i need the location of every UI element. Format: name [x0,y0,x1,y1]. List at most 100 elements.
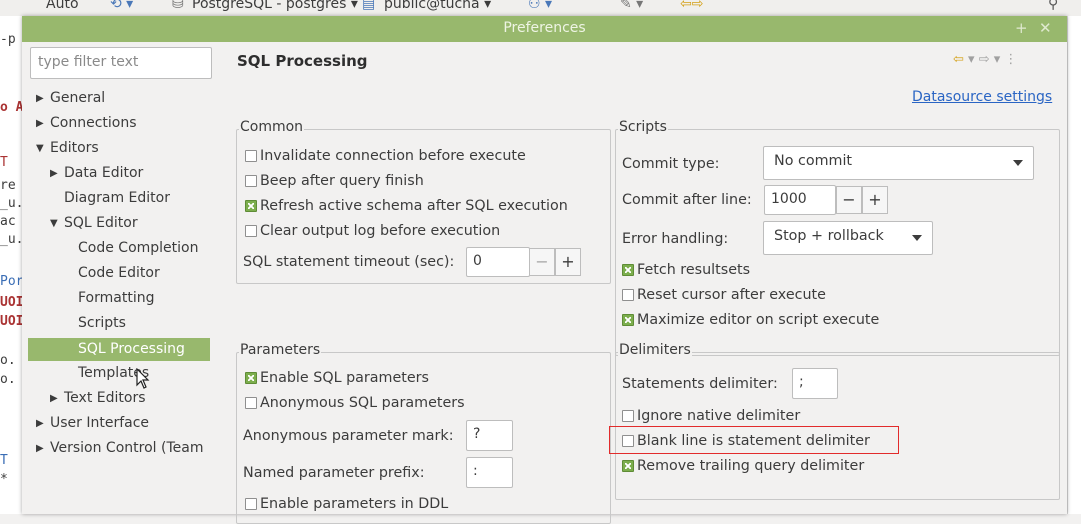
filter-input[interactable] [31,48,211,76]
checkbox-box[interactable] [245,150,257,162]
maximize-icon[interactable]: + [1015,19,1028,37]
timeout-decrement-button[interactable]: − [529,248,555,276]
commit-after-input[interactable]: 1000 [764,185,836,215]
dialog-titlebar[interactable]: Preferences + ✕ [22,16,1067,42]
navigate-arrows-icon[interactable]: ⇦⇨ [680,0,703,12]
checkbox-box[interactable] [245,225,257,237]
tree-item-code-editor[interactable]: Code Editor [62,262,160,285]
remove-trailing-delimiter-checkbox[interactable]: Remove trailing query delimiter [622,455,864,477]
transaction-icon[interactable]: ⚇ ▾ [528,0,552,12]
chevron-down-icon[interactable]: ▼ [36,137,44,160]
search-icon[interactable]: ⚲ [1048,0,1058,12]
anonymous-sql-parameters-checkbox[interactable]: Anonymous SQL parameters [245,392,465,414]
timeout-increment-button[interactable]: + [555,248,581,276]
tree-item-label: Data Editor [64,165,144,181]
statements-delimiter-value: ; [799,374,804,390]
fetch-resultsets-checkbox[interactable]: Fetch resultsets [622,259,750,281]
page-nav-arrows[interactable]: ⇦ ▾ ⇨ ▾ ⋮ [953,52,1017,67]
timeout-value: 0 [473,253,482,269]
tree-item-sql-editor[interactable]: ▼ SQL Editor [48,212,138,235]
tree-item-code-completion[interactable]: Code Completion [62,237,198,260]
tree-item-editors[interactable]: ▼ Editors [34,137,99,160]
error-handling-select[interactable]: Stop + rollback [763,221,933,255]
enable-sql-parameters-checkbox[interactable]: Enable SQL parameters [245,367,429,389]
common-group: Common Invalidate connection before exec… [236,119,611,284]
tree-item-version-control-team[interactable]: ▶ Version Control (Team [34,437,203,460]
chevron-right-icon[interactable]: ▶ [36,87,44,110]
commit-type-label: Commit type: [622,156,720,172]
filter-box [30,47,212,79]
tree-item-formatting[interactable]: Formatting [62,287,154,310]
chevron-right-icon[interactable]: ▶ [36,112,44,135]
checkbox-label: Enable SQL parameters [260,370,430,386]
history-icon[interactable]: ⟲ ▾ [110,0,133,12]
close-icon[interactable]: ✕ [1039,19,1052,37]
datasource-settings-link[interactable]: Datasource settings [912,89,1052,105]
maximize-editor-checkbox[interactable]: Maximize editor on script execute [622,309,879,331]
mouse-cursor-icon [136,368,150,389]
chevron-down-icon[interactable]: ▼ [50,212,58,235]
commit-after-decrement-button[interactable]: − [836,186,862,214]
tree-item-label: Editors [50,140,99,156]
chevron-right-icon[interactable]: ▶ [50,162,58,185]
bg-editor-line: T [0,155,8,170]
statements-delimiter-label: Statements delimiter: [622,376,778,392]
back-arrow-icon[interactable]: ⇦ [953,52,964,67]
tools-icon[interactable]: ✎ ▾ [620,0,643,12]
tree-item-label: Text Editors [64,390,146,406]
chevron-right-icon[interactable]: ▶ [36,412,44,435]
checkbox-box[interactable] [622,460,634,472]
bg-editor-line: T [0,453,8,468]
named-prefix-input[interactable]: : [466,457,513,488]
tree-item-scripts[interactable]: Scripts [62,312,126,335]
timeout-input[interactable]: 0 [466,247,530,277]
checkbox-label: Anonymous SQL parameters [260,395,465,411]
toolbar-connection-selector[interactable]: PostgreSQL - postgres ▾ [192,0,358,12]
bg-editor-line: _u. [0,196,22,211]
toolbar-auto-label[interactable]: Auto [46,0,79,12]
tree-item-label: Version Control (Team [50,440,204,456]
chevron-right-icon[interactable]: ▶ [50,387,58,410]
bg-editor-line: o. [0,353,16,368]
tree-item-label: Scripts [78,315,126,331]
anonymous-mark-input[interactable]: ? [466,420,513,451]
app-toolbar: Auto ⟲ ▾ ⛁ PostgreSQL - postgres ▾ ▤ pub… [0,0,1081,16]
tree-item-sql-processing[interactable]: SQL Processing [62,338,185,361]
checkbox-box[interactable] [245,200,257,212]
tree-item-diagram-editor[interactable]: Diagram Editor [48,187,170,210]
ignore-native-delimiter-checkbox[interactable]: Ignore native delimiter [622,405,800,427]
commit-after-increment-button[interactable]: + [862,186,888,214]
forward-arrow-icon[interactable]: ⇨ [979,52,990,67]
reset-cursor-checkbox[interactable]: Reset cursor after execute [622,284,826,306]
commit-after-label: Commit after line: [622,192,752,208]
bg-editor-line: o. [0,372,16,387]
checkbox-label: Beep after query finish [260,173,424,189]
tree-item-connections[interactable]: ▶ Connections [34,112,137,135]
checkbox-box[interactable] [245,397,257,409]
refresh-schema-checkbox[interactable]: Refresh active schema after SQL executio… [245,195,568,217]
chevron-right-icon[interactable]: ▶ [36,437,44,460]
checkbox-box[interactable] [245,175,257,187]
tree-item-user-interface[interactable]: ▶ User Interface [34,412,149,435]
commit-type-select[interactable]: No commit [763,146,1034,180]
checkbox-box[interactable] [622,264,634,276]
checkbox-label: Invalidate connection before execute [260,148,526,164]
checkbox-box[interactable] [622,289,634,301]
tree-item-general[interactable]: ▶ General [34,87,105,110]
enable-parameters-ddl-checkbox[interactable]: Enable parameters in DDL [245,493,448,515]
beep-checkbox[interactable]: Beep after query finish [245,170,424,192]
parameters-legend: Parameters [239,342,322,358]
statements-delimiter-input[interactable]: ; [792,368,838,399]
bg-editor-line: _u. [0,232,22,247]
toolbar-schema-selector[interactable]: public@tucha ▾ [384,0,491,12]
bg-editor-line: Por [0,274,22,289]
tree-item-data-editor[interactable]: ▶ Data Editor [48,162,143,185]
checkbox-box[interactable] [622,314,634,326]
checkbox-box[interactable] [622,410,634,422]
invalidate-connection-checkbox[interactable]: Invalidate connection before execute [245,145,526,167]
checkbox-box[interactable] [245,498,257,510]
more-menu-icon[interactable]: ⋮ [1004,52,1017,67]
tree-item-text-editors[interactable]: ▶ Text Editors [48,387,146,410]
clear-output-log-checkbox[interactable]: Clear output log before execution [245,220,500,242]
checkbox-box[interactable] [245,372,257,384]
